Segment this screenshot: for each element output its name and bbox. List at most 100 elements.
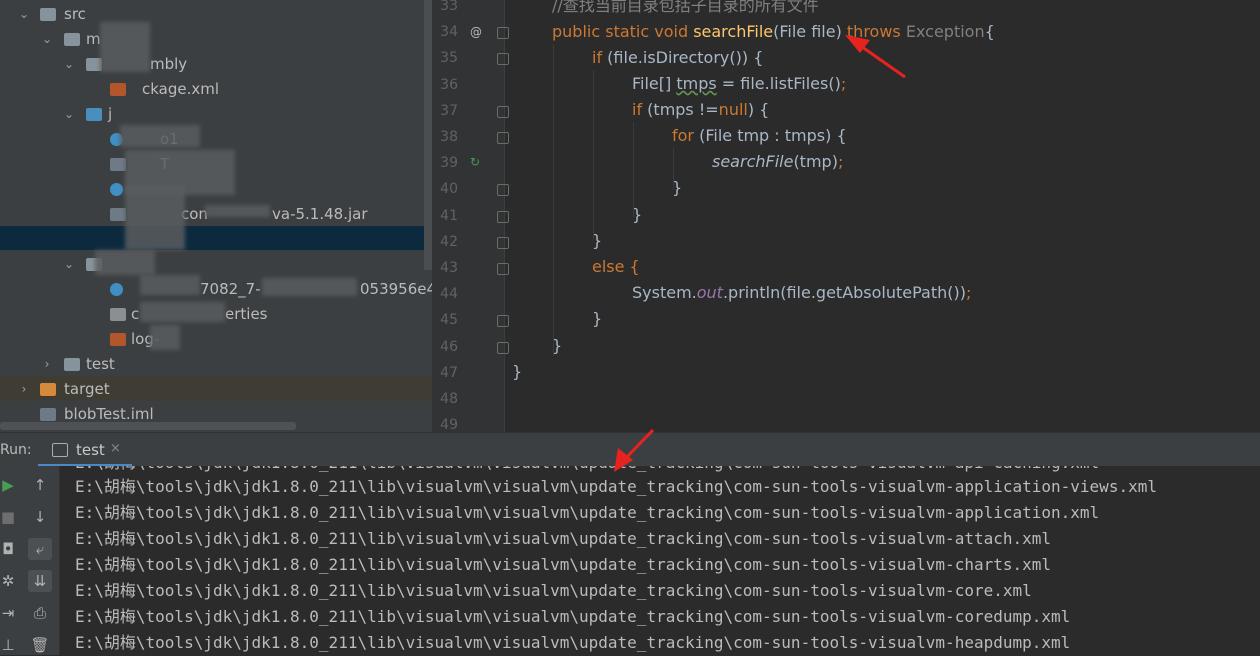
code-text: } — [512, 362, 523, 381]
folder-icon — [86, 108, 102, 121]
chevron-right-icon[interactable]: › — [41, 352, 53, 377]
tree-item-package-xml[interactable]: ckage.xml — [0, 77, 432, 102]
line-number: 44 — [440, 286, 458, 303]
tree-horizontal-scrollbar[interactable] — [0, 422, 296, 430]
console-line: E:\胡梅\tools\jdk\jdk1.8.0_211\lib\visualv… — [75, 555, 1052, 574]
console-output[interactable]: E:\胡梅\tools\jdk\jdk1.8.0_211\lib\visualv… — [60, 466, 1260, 655]
fold-marker-icon[interactable] — [497, 184, 509, 197]
folder-icon — [64, 358, 80, 371]
line-number: 47 — [440, 364, 458, 381]
stop-icon[interactable]: ■ — [0, 506, 20, 528]
arrow-down-icon[interactable]: ↓ — [28, 506, 52, 528]
override-at-icon[interactable]: @ — [470, 19, 482, 45]
run-toolbar-right: ↑ ↓ ⤶ ⇊ ⎙ 🗑 — [22, 466, 60, 655]
fold-marker-icon[interactable] — [497, 315, 509, 328]
xml-file-icon — [110, 333, 126, 346]
chevron-down-icon[interactable]: ⌄ — [63, 52, 75, 77]
code-line-37: if (tmps !=null) { — [632, 97, 769, 123]
line-number: 41 — [440, 207, 458, 224]
print-icon[interactable]: ⎙ — [28, 602, 52, 624]
fold-marker-icon[interactable] — [497, 236, 509, 249]
fold-marker-icon[interactable] — [497, 53, 509, 66]
line-number: 33 — [440, 0, 458, 14]
fold-marker-icon[interactable] — [497, 27, 509, 40]
fold-marker-icon[interactable] — [497, 210, 509, 223]
line-number: 36 — [440, 76, 458, 93]
line-number: 35 — [440, 50, 458, 67]
code-line-35: if (file.isDirectory()) { — [592, 45, 763, 71]
tree-item-resources[interactable]: ⌄ — [0, 252, 432, 277]
tree-item-label-suffix: 053956e4 — [360, 280, 432, 298]
code-text: for — [672, 126, 700, 145]
tree-item-test[interactable]: › test — [0, 352, 432, 377]
code-text: File[] — [632, 74, 677, 93]
tree-item-target[interactable]: › target — [0, 377, 432, 402]
camera-icon[interactable]: ◘ — [0, 538, 20, 560]
method-name: searchFile — [693, 22, 774, 41]
tree-item-main[interactable]: ⌄ m — [0, 27, 432, 52]
tree-item-label: src — [64, 5, 86, 23]
console-line: E:\胡梅\tools\jdk\jdk1.8.0_211\lib\visualv… — [75, 503, 1100, 522]
exit-icon[interactable]: ⇥ — [0, 602, 20, 624]
chevron-right-icon[interactable]: › — [18, 377, 30, 402]
code-text: } — [592, 309, 603, 328]
tree-item-log[interactable]: log- — [0, 327, 432, 352]
code-line-47: } — [512, 359, 522, 385]
fold-marker-icon[interactable] — [497, 263, 509, 275]
recursive-call-icon[interactable]: ↻ — [470, 149, 480, 175]
tree-item-java[interactable]: ⌄ j — [0, 102, 432, 127]
code-text: } — [592, 231, 603, 250]
fold-marker-icon[interactable] — [497, 132, 509, 144]
tree-item-class-1[interactable]: o1 — [0, 127, 432, 152]
code-line-38: for (File tmp : tmps) { — [672, 123, 847, 149]
tree-item-assembly[interactable]: ⌄ mbly — [0, 52, 432, 77]
java-class-icon — [110, 183, 123, 196]
redaction-blur — [140, 302, 225, 322]
redaction-blur — [95, 250, 155, 275]
code-text: ; — [840, 74, 847, 93]
code-line-41: } — [632, 202, 642, 228]
tree-vertical-scrollbar[interactable] — [424, 0, 432, 270]
console-line: E:\胡梅\tools\jdk\jdk1.8.0_211\lib\visualv… — [75, 607, 1071, 626]
code-text: Exception — [905, 22, 985, 41]
tree-item-file-a[interactable]: 7082_7- 053956e4 — [0, 277, 432, 302]
redaction-blur — [125, 185, 185, 250]
trash-icon[interactable]: 🗑 — [28, 634, 52, 656]
code-line-44: System.out.println(file.getAbsolutePath(… — [632, 280, 971, 306]
chevron-down-icon[interactable]: ⌄ — [63, 252, 75, 277]
code-line-39: searchFile(tmp); — [712, 149, 843, 175]
properties-icon — [110, 308, 126, 321]
close-icon[interactable]: × — [110, 441, 121, 456]
arrow-up-icon[interactable]: ↑ — [28, 474, 52, 496]
indent-guide — [553, 44, 554, 356]
console-line: E:\胡梅\tools\jdk\jdk1.8.0_211\lib\visualv… — [75, 477, 1157, 496]
code-text: System. — [632, 283, 697, 302]
fold-marker-icon[interactable] — [497, 341, 509, 354]
tab-label: test — [76, 441, 105, 459]
code-text: { — [984, 22, 995, 41]
tree-item-src[interactable]: ⌄ src — [0, 2, 432, 27]
java-class-icon — [110, 283, 123, 296]
scroll-to-end-icon[interactable]: ⇊ — [28, 570, 52, 592]
code-text: null — [718, 100, 748, 119]
tree-item-label: ckage.xml — [142, 80, 220, 98]
soft-wrap-icon[interactable]: ⤶ — [28, 538, 52, 560]
tab-test[interactable]: test × — [38, 433, 132, 467]
chevron-down-icon[interactable]: ⌄ — [41, 27, 53, 52]
chevron-down-icon[interactable]: ⌄ — [18, 2, 30, 27]
pin-icon[interactable]: ⊥ — [0, 634, 20, 656]
fold-marker-icon[interactable] — [497, 105, 509, 118]
line-number: 48 — [440, 391, 458, 407]
code-text: (tmp) — [793, 152, 838, 171]
code-line-36: File[] tmps = file.listFiles(); — [632, 71, 846, 97]
tree-item-label: mbly — [150, 55, 188, 73]
rerun-icon[interactable]: ▶ — [0, 474, 20, 496]
code-line-46: } — [552, 333, 562, 359]
settings-icon[interactable]: ✲ — [0, 570, 20, 592]
code-text: tmps — [676, 74, 717, 93]
jar-icon — [110, 208, 126, 221]
code-text: .println(file.getAbsolutePath()) — [722, 283, 966, 302]
chevron-down-icon[interactable]: ⌄ — [63, 102, 75, 127]
redaction-blur — [120, 125, 200, 147]
tree-item-label-suffix: va-5.1.48.jar — [272, 205, 368, 223]
